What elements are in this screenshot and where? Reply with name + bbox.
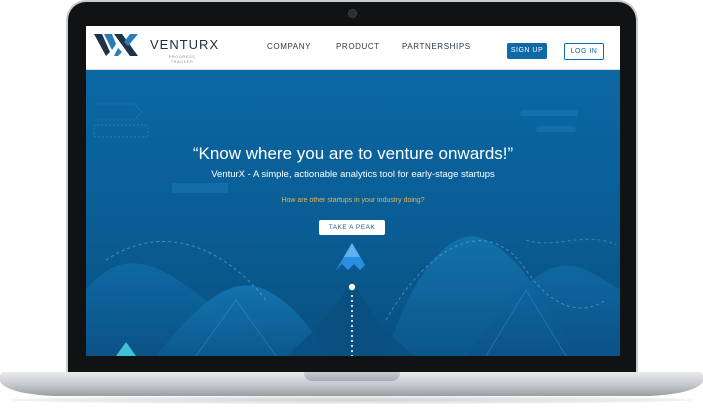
login-button[interactable]: LOG IN (564, 43, 604, 60)
laptop-shadow (10, 396, 693, 404)
laptop-screen: VENTURX PROGRESS TRACKER COMPANY PRODUCT… (86, 26, 620, 356)
laptop-notch (304, 372, 400, 381)
hero-section: “Know where you are to venture onwards!”… (86, 70, 620, 356)
hero-quote: “Know where you are to venture onwards!” (192, 144, 514, 163)
brand-name[interactable]: VENTURX (150, 37, 219, 52)
laptop-mockup: VENTURX PROGRESS TRACKER COMPANY PRODUCT… (0, 0, 703, 417)
logo-icon[interactable] (94, 32, 142, 58)
mountain-background (86, 103, 620, 356)
camera-icon (348, 9, 357, 18)
nav-item-company[interactable]: COMPANY (267, 42, 311, 51)
take-a-peak-button[interactable]: TAKE A PEAK (319, 220, 385, 235)
site-header: VENTURX PROGRESS TRACKER COMPANY PRODUCT… (86, 26, 620, 70)
signup-button[interactable]: SIGN UP (507, 43, 547, 59)
progress-dot-icon (348, 283, 356, 291)
brand-subtitle: PROGRESS TRACKER (168, 54, 196, 64)
nav-item-partnerships[interactable]: PARTNERSHIPS (402, 42, 471, 51)
peak-icon (336, 243, 368, 270)
hero-question: How are other startups in your industry … (281, 197, 425, 204)
hero-tagline: VenturX - A simple, actionable analytics… (211, 169, 495, 180)
nav-item-product[interactable]: PRODUCT (336, 42, 380, 51)
